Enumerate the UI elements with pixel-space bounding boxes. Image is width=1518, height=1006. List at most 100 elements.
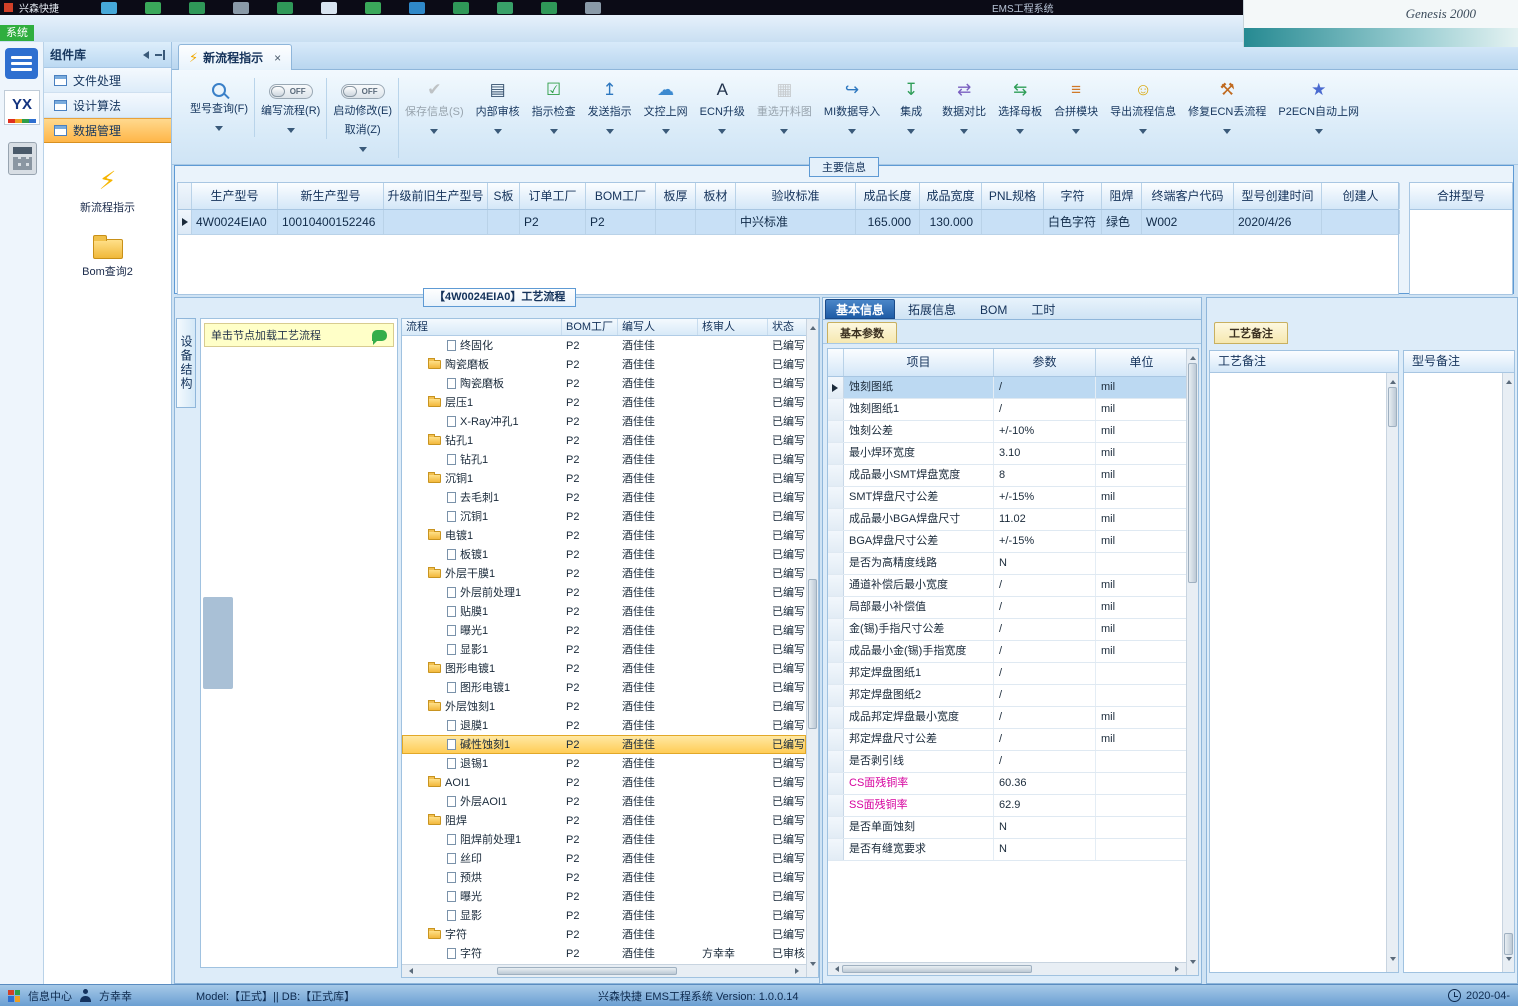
scroll-up-icon[interactable] — [809, 323, 816, 330]
dropdown-arrow-icon[interactable] — [661, 129, 670, 138]
cell[interactable]: 10010400152246 — [278, 210, 384, 234]
column-header[interactable]: 新生产型号 — [278, 183, 384, 209]
collapse-left-icon[interactable] — [139, 50, 149, 59]
column-header[interactable]: 成品长度 — [856, 183, 920, 209]
process-tree-row[interactable]: 图形电镀1 P2 酒佳佳 已编写 — [402, 678, 806, 697]
process-tree-row[interactable]: 贴膜1 P2 酒佳佳 已编写 — [402, 602, 806, 621]
dropdown-arrow-icon[interactable] — [780, 129, 789, 138]
calculator-icon[interactable] — [8, 142, 37, 175]
process-tree-row[interactable]: 去毛刺1 P2 酒佳佳 已编写 — [402, 488, 806, 507]
process-tree-row[interactable]: 图形电镀1 P2 酒佳佳 已编写 — [402, 659, 806, 678]
scroll-left-icon[interactable] — [406, 968, 413, 974]
system-menu[interactable]: 系统 — [0, 25, 34, 41]
dropdown-arrow-icon[interactable] — [718, 129, 727, 138]
dropdown-arrow-icon[interactable] — [1072, 129, 1081, 138]
cell[interactable]: P2 — [586, 210, 656, 234]
parameter-row[interactable]: 是否剥引线 / — [828, 751, 1186, 773]
scrollbar-thumb[interactable] — [1504, 933, 1513, 955]
parameter-row[interactable]: CS面残铜率 60.36 — [828, 773, 1186, 795]
module-icon[interactable] — [277, 1, 293, 14]
process-tree-row[interactable]: 字符 P2 酒佳佳 方幸幸 已审核 — [402, 944, 806, 963]
process-tree-row[interactable]: 显影1 P2 酒佳佳 已编写 — [402, 640, 806, 659]
process-tree-row[interactable]: 层压1 P2 酒佳佳 已编写 — [402, 393, 806, 412]
process-tree-row[interactable]: 字符 P2 酒佳佳 已编写 — [402, 925, 806, 944]
tool-bom-query2[interactable]: Bom查询2 — [44, 223, 171, 287]
parameter-row[interactable]: 是否为高精度线路 N — [828, 553, 1186, 575]
integrate-button[interactable]: ↧ 集成 — [886, 78, 936, 140]
parameter-value-cell[interactable]: / — [994, 619, 1096, 640]
tab-close-icon[interactable]: × — [274, 51, 281, 65]
cell[interactable]: 2020/4/26 — [1234, 210, 1322, 234]
dropdown-arrow-icon[interactable] — [907, 129, 916, 138]
cell[interactable]: 绿色 — [1102, 210, 1142, 234]
cell[interactable]: 中兴标准 — [736, 210, 856, 234]
column-header[interactable]: BOM工厂 — [586, 183, 656, 209]
model-search-button[interactable]: 型号查询(F) — [184, 78, 256, 137]
tab-new-process-instruction[interactable]: ⚡ 新流程指示 × — [178, 44, 293, 70]
scroll-right-icon[interactable] — [1175, 966, 1182, 972]
parameter-row[interactable]: 成品最小金(锡)手指宽度 / mil — [828, 641, 1186, 663]
scroll-up-icon[interactable] — [1389, 377, 1396, 384]
column-header[interactable]: 板材 — [696, 183, 736, 209]
package-icon[interactable] — [541, 1, 557, 14]
process-tree-row[interactable]: 退膜1 P2 酒佳佳 已编写 — [402, 716, 806, 735]
parameters-vertical-scrollbar[interactable] — [1186, 349, 1198, 975]
parameter-row[interactable]: 局部最小补偿值 / mil — [828, 597, 1186, 619]
write-process-toggle[interactable]: OFF — [268, 84, 313, 99]
scrollbar-thumb[interactable] — [497, 967, 677, 975]
column-header[interactable]: 流程 — [402, 319, 562, 335]
dropdown-arrow-icon[interactable] — [605, 129, 614, 138]
scroll-down-icon[interactable] — [1506, 957, 1512, 964]
mi-data-import-button[interactable]: ↪ MI数据导入 — [818, 78, 886, 140]
parameter-row[interactable]: 成品最小SMT焊盘宽度 8 mil — [828, 465, 1186, 487]
cell[interactable] — [1322, 210, 1400, 234]
process-tree-row[interactable]: 陶瓷磨板 P2 酒佳佳 已编写 — [402, 355, 806, 374]
cell[interactable] — [488, 210, 520, 234]
process-tree-row[interactable]: 陶瓷磨板 P2 酒佳佳 已编写 — [402, 374, 806, 393]
scrollbar-thumb[interactable] — [842, 965, 1032, 973]
scroll-down-icon[interactable] — [1390, 957, 1396, 964]
hamburger-menu-icon[interactable] — [5, 48, 38, 79]
instruction-check-button[interactable]: ☑ 指示检查 — [526, 78, 582, 140]
parameter-value-cell[interactable]: 8 — [994, 465, 1096, 486]
process-tree-row[interactable]: 沉铜1 P2 酒佳佳 已编写 — [402, 507, 806, 526]
cell[interactable]: W002 — [1142, 210, 1234, 234]
cell[interactable] — [384, 210, 488, 234]
column-header[interactable]: 创建人 — [1322, 183, 1400, 209]
column-header[interactable]: BOM工厂 — [562, 319, 618, 335]
tree-vertical-scrollbar[interactable] — [806, 319, 818, 977]
parameter-value-cell[interactable]: / — [994, 685, 1096, 706]
parameter-value-cell[interactable]: / — [994, 663, 1096, 684]
parameter-value-cell[interactable]: / — [994, 575, 1096, 596]
process-tree-row[interactable]: 外层前处理1 P2 酒佳佳 已编写 — [402, 583, 806, 602]
parameter-value-cell[interactable]: 11.02 — [994, 509, 1096, 530]
scroll-left-icon[interactable] — [832, 966, 839, 972]
export-process-info-button[interactable]: ☺ 导出流程信息 — [1104, 78, 1182, 140]
table-icon[interactable] — [189, 1, 205, 14]
ecn-upgrade-button[interactable]: A ECN升级 — [694, 78, 751, 140]
users-icon[interactable] — [453, 1, 469, 14]
tool-new-process-instruction[interactable]: ⚡ 新流程指示 — [44, 159, 171, 223]
grid-icon[interactable] — [409, 1, 425, 14]
process-tree-row[interactable]: 曝光1 P2 酒佳佳 已编写 — [402, 621, 806, 640]
tree-horizontal-scrollbar[interactable] — [402, 964, 806, 977]
parameter-row[interactable]: 蚀刻公差 +/-10% mil — [828, 421, 1186, 443]
parameter-row[interactable]: SMT焊盘尺寸公差 +/-15% mil — [828, 487, 1186, 509]
cell[interactable]: 130.000 — [920, 210, 982, 234]
dropdown-arrow-icon[interactable] — [1223, 129, 1232, 138]
parameter-row[interactable]: 是否有缝宽要求 N — [828, 839, 1186, 861]
start-modify-label[interactable]: 启动修改(E) — [333, 102, 392, 118]
notes-vertical-scrollbar[interactable] — [1502, 373, 1514, 972]
dropdown-arrow-icon[interactable] — [358, 147, 367, 156]
dropdown-arrow-icon[interactable] — [549, 129, 558, 138]
column-header[interactable]: 升级前旧生产型号 — [384, 183, 488, 209]
parameter-value-cell[interactable]: +/-15% — [994, 531, 1096, 552]
parameter-value-cell[interactable]: / — [994, 707, 1096, 728]
column-header[interactable]: 状态 — [768, 319, 808, 335]
process-tree-row[interactable]: 外层干膜1 P2 酒佳佳 已编写 — [402, 564, 806, 583]
parameter-value-cell[interactable]: N — [994, 553, 1096, 574]
process-tree-row[interactable]: 丝印 P2 酒佳佳 已编写 — [402, 849, 806, 868]
scroll-up-icon[interactable] — [1505, 377, 1512, 384]
column-header[interactable]: 核审人 — [698, 319, 768, 335]
parameter-value-cell[interactable]: 60.36 — [994, 773, 1096, 794]
